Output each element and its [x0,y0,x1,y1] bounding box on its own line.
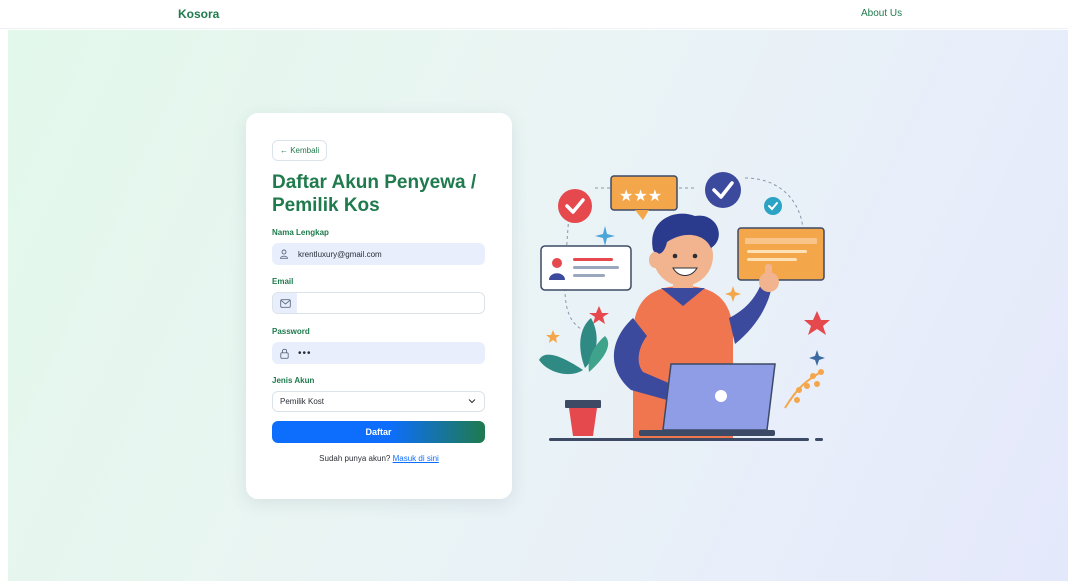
chevron-down-icon [468,397,476,406]
register-card: ← Kembali Daftar Akun Penyewa / Pemilik … [246,113,512,499]
about-us-link[interactable]: About Us [861,8,902,19]
account-type-value: Pemilik Kost [280,397,325,406]
login-prompt: Sudah punya akun? Masuk di sini [246,454,512,463]
email-field[interactable] [272,292,485,314]
back-button[interactable]: ← Kembali [272,140,328,161]
top-navbar: Kosora About Us [0,0,1068,29]
password-label: Password [272,327,310,336]
account-type-select[interactable]: Pemilik Kost [272,391,485,412]
login-prompt-text: Sudah punya akun? [319,454,391,463]
name-value: krentluxury@gmail.com [298,249,382,259]
login-link[interactable]: Masuk di sini [393,454,439,463]
password-field[interactable]: ••• [272,342,485,364]
name-label: Nama Lengkap [272,228,329,237]
envelope-icon [273,293,297,313]
svg-text:★★★: ★★★ [619,186,662,205]
name-field[interactable]: krentluxury@gmail.com [272,243,485,265]
register-submit-button[interactable]: Daftar [272,421,485,443]
registration-illustration: ★★★ [535,168,835,448]
email-label: Email [272,277,294,286]
lock-icon [272,342,296,364]
brand-logo-text[interactable]: Kosora [178,7,219,21]
page-title: Daftar Akun Penyewa / Pemilik Kos [272,172,477,216]
account-type-label: Jenis Akun [272,376,315,385]
user-icon [272,243,296,265]
password-value: ••• [298,347,312,359]
